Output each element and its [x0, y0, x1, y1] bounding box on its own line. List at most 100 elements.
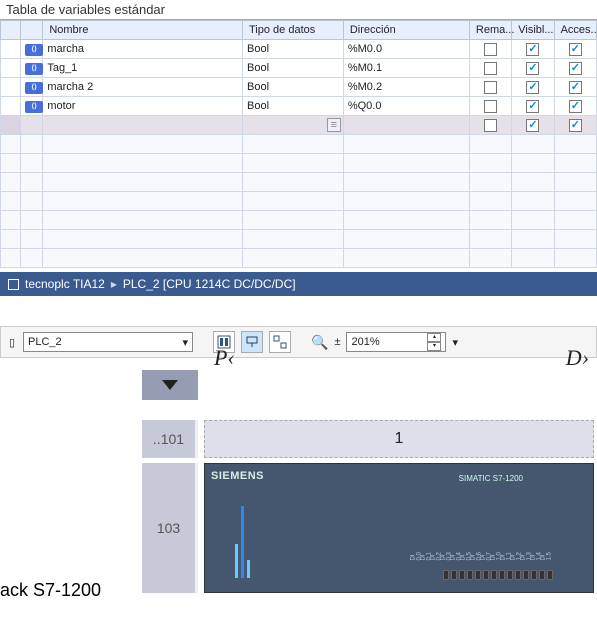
empty-row — [1, 249, 597, 268]
plc-io-labels: DI 0.0DI 0.1DI 0.2DI 0.3DI 0.4DI 0.5DI 0… — [412, 550, 551, 562]
header-name[interactable]: Nombre — [43, 21, 243, 40]
empty-row — [1, 154, 597, 173]
io-label: DI 1.5 — [541, 552, 553, 561]
header-address[interactable]: Dirección — [343, 21, 469, 40]
table-row[interactable]: ⟨⟩motorBool%Q0.0 — [1, 97, 597, 116]
dropdown-icon[interactable]: ▾ — [452, 336, 458, 349]
add-placeholder[interactable] — [43, 116, 243, 135]
page-indicator-left: P‹ — [214, 345, 235, 371]
slot-label-101[interactable]: ..101 — [142, 420, 198, 458]
cell-visible[interactable] — [512, 78, 554, 97]
empty-row — [1, 135, 597, 154]
cell-visible[interactable] — [512, 97, 554, 116]
tag-icon: ⟨⟩ — [21, 40, 43, 59]
row-gutter — [1, 59, 21, 78]
device-toolbar: ▯ PLC_2 ▾ 🔍 ± 201% ▴▾ ▾ — [0, 326, 597, 358]
dropdown-icon: ▾ — [182, 336, 188, 349]
device-select[interactable]: PLC_2 ▾ — [23, 332, 193, 352]
cell-name[interactable]: motor — [43, 97, 243, 116]
cell-address[interactable]: %M0.0 — [343, 40, 469, 59]
breadcrumb-icon — [8, 279, 19, 290]
io-pin — [531, 570, 537, 580]
cell-accessible[interactable] — [554, 40, 596, 59]
io-pin — [491, 570, 497, 580]
device-select-value: PLC_2 — [28, 336, 62, 348]
io-pin — [459, 570, 465, 580]
table-row[interactable]: ⟨⟩marchaBool%M0.0 — [1, 40, 597, 59]
header-visible[interactable]: Visibl... — [512, 21, 554, 40]
cell-retain[interactable] — [469, 40, 511, 59]
toolbar-left-icon[interactable]: ▯ — [7, 336, 17, 349]
plc-status-bars — [235, 506, 250, 578]
cell-retain[interactable] — [469, 78, 511, 97]
header-blank2 — [21, 21, 43, 40]
header-blank1 — [1, 21, 21, 40]
cell-name[interactable]: Tag_1 — [43, 59, 243, 78]
plc-brand: SIEMENS — [211, 470, 264, 482]
zoom-marker-icon: ± — [334, 336, 340, 348]
cell-accessible[interactable] — [554, 59, 596, 78]
cell-retain[interactable] — [469, 59, 511, 78]
rack-area: ..101 1 103 SIEMENS SIMATIC S7-1200 DI 0… — [0, 370, 597, 630]
plc-model: SIMATIC S7-1200 — [459, 474, 523, 483]
cell-accessible[interactable] — [554, 97, 596, 116]
empty-row — [1, 230, 597, 249]
cell-visible[interactable] — [512, 59, 554, 78]
cell-address[interactable]: %M0.2 — [343, 78, 469, 97]
cell-retain[interactable] — [469, 97, 511, 116]
breadcrumb: tecnoplc TIA12 ▸ PLC_2 [CPU 1214C DC/DC/… — [0, 272, 597, 296]
zoom-spinner[interactable]: ▴▾ — [427, 333, 441, 351]
io-pin — [523, 570, 529, 580]
cell-type[interactable]: Bool — [243, 40, 344, 59]
tag-icon: ⟨⟩ — [21, 59, 43, 78]
tag-icon: ⟨⟩ — [21, 78, 43, 97]
tag-icon: ⟨⟩ — [21, 97, 43, 116]
add-row[interactable]: ≡ — [1, 116, 597, 135]
row-gutter — [1, 78, 21, 97]
slot-label-103[interactable]: 103 — [142, 463, 198, 593]
table-row[interactable]: ⟨⟩marcha 2Bool%M0.2 — [1, 78, 597, 97]
cell-accessible[interactable] — [554, 78, 596, 97]
rack-collapse-button[interactable] — [142, 370, 198, 400]
io-pin — [467, 570, 473, 580]
type-dropdown-button[interactable]: ≡ — [327, 118, 341, 132]
cell-name[interactable]: marcha — [43, 40, 243, 59]
page-indicator-right: D› — [566, 345, 589, 371]
io-pin — [475, 570, 481, 580]
plc-module[interactable]: SIEMENS SIMATIC S7-1200 DI 0.0DI 0.1DI 0… — [204, 463, 594, 593]
cell-address[interactable]: %M0.1 — [343, 59, 469, 78]
cell-type[interactable]: Bool — [243, 59, 344, 78]
rack-caption: ack S7-1200 — [0, 580, 101, 601]
breadcrumb-project[interactable]: tecnoplc TIA12 — [25, 277, 105, 291]
cell-address[interactable]: %Q0.0 — [343, 97, 469, 116]
plc-io-pins — [443, 570, 553, 580]
empty-row — [1, 211, 597, 230]
zoom-value: 201% — [351, 336, 379, 348]
io-pin — [507, 570, 513, 580]
header-retain[interactable]: Rema... — [469, 21, 511, 40]
io-pin — [547, 570, 553, 580]
toolbar-view-topology-button[interactable] — [269, 331, 291, 353]
cell-type[interactable]: Bool — [243, 78, 344, 97]
panel-title: Tabla de variables estándar — [0, 0, 597, 20]
breadcrumb-device[interactable]: PLC_2 [CPU 1214C DC/DC/DC] — [123, 277, 296, 291]
table-row[interactable]: ⟨⟩Tag_1Bool%M0.1 — [1, 59, 597, 78]
io-pin — [443, 570, 449, 580]
row-gutter — [1, 97, 21, 116]
header-type[interactable]: Tipo de datos — [243, 21, 344, 40]
empty-row — [1, 192, 597, 211]
zoom-in-icon[interactable]: 🔍 — [311, 334, 328, 351]
empty-row — [1, 173, 597, 192]
cell-visible[interactable] — [512, 40, 554, 59]
cell-name[interactable]: marcha 2 — [43, 78, 243, 97]
slot-main[interactable]: 1 — [204, 420, 594, 458]
io-pin — [483, 570, 489, 580]
header-accessible[interactable]: Acces... — [554, 21, 596, 40]
toolbar-view-network-button[interactable] — [241, 331, 263, 353]
cell-type[interactable]: Bool — [243, 97, 344, 116]
chevron-right-icon: ▸ — [111, 277, 117, 291]
io-pin — [539, 570, 545, 580]
zoom-input[interactable]: 201% ▴▾ — [346, 332, 446, 352]
io-pin — [499, 570, 505, 580]
table-header: Nombre Tipo de datos Dirección Rema... V… — [1, 21, 597, 40]
